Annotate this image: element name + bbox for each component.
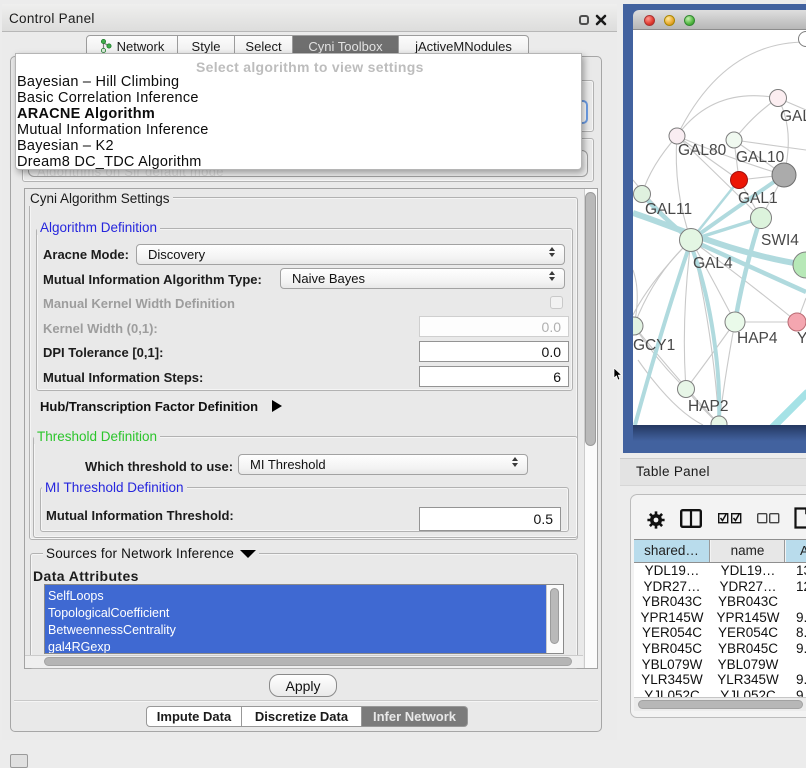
svg-text:GAL11: GAL11: [645, 201, 692, 218]
svg-text:SWI4: SWI4: [761, 232, 799, 249]
svg-text:GAL80: GAL80: [678, 142, 727, 159]
svg-text:Y: Y: [797, 330, 806, 347]
svg-text:GAL10: GAL10: [736, 149, 785, 166]
svg-text:GAL4: GAL4: [693, 255, 733, 272]
svg-text:GAL: GAL: [780, 108, 806, 125]
svg-text:HAP2: HAP2: [688, 398, 729, 415]
svg-text:GAL1: GAL1: [738, 190, 778, 207]
svg-text:GCY1: GCY1: [633, 337, 675, 354]
svg-text:HAP4: HAP4: [737, 330, 778, 347]
